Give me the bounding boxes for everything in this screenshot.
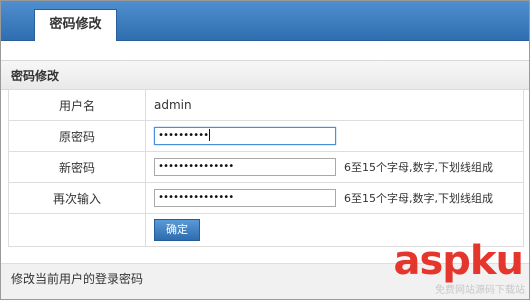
confirm-password-label: 再次输入 [8, 182, 146, 214]
text-caret [209, 129, 211, 141]
submit-row-spacer [8, 213, 146, 247]
password-form: 用户名 admin 原密码 •••••••••• 新密码 •••••••••••… [8, 89, 524, 247]
form-row-old-password: 原密码 •••••••••• [8, 120, 524, 152]
footer-description: 修改当前用户的登录密码 [11, 272, 144, 286]
old-password-input[interactable]: •••••••••• [154, 127, 336, 145]
username-value: admin [145, 89, 524, 121]
form-row-new-password: 新密码 ••••••••••••••• 6至15个字母,数字,下划线组成 [8, 151, 524, 183]
confirm-password-input[interactable]: ••••••••••••••• [154, 189, 336, 207]
username-label: 用户名 [8, 89, 146, 121]
new-password-input[interactable]: ••••••••••••••• [154, 158, 336, 176]
old-password-label: 原密码 [8, 120, 146, 152]
confirm-password-hint: 6至15个字母,数字,下划线组成 [344, 192, 493, 205]
watermark-sub-text: 免费网站源码下载站 [435, 285, 525, 296]
tab-bar: 密码修改 [1, 1, 529, 41]
password-change-panel: 密码修改 密码修改 用户名 admin 原密码 •••••••••• 新密码 •… [0, 0, 530, 300]
watermark-main-text: aspku [393, 238, 524, 284]
old-password-value: •••••••••• [158, 130, 209, 141]
new-password-hint: 6至15个字母,数字,下划线组成 [344, 161, 493, 174]
watermark-logo: aspku 免费网站源码下载站 [357, 241, 527, 299]
new-password-label: 新密码 [8, 151, 146, 183]
section-title: 密码修改 [11, 69, 60, 83]
tab-password-change[interactable]: 密码修改 [34, 9, 117, 41]
section-header: 密码修改 [1, 60, 529, 90]
form-row-confirm-password: 再次输入 ••••••••••••••• 6至15个字母,数字,下划线组成 [8, 182, 524, 214]
form-row-username: 用户名 admin [8, 89, 524, 121]
submit-button[interactable]: 确定 [154, 219, 200, 241]
